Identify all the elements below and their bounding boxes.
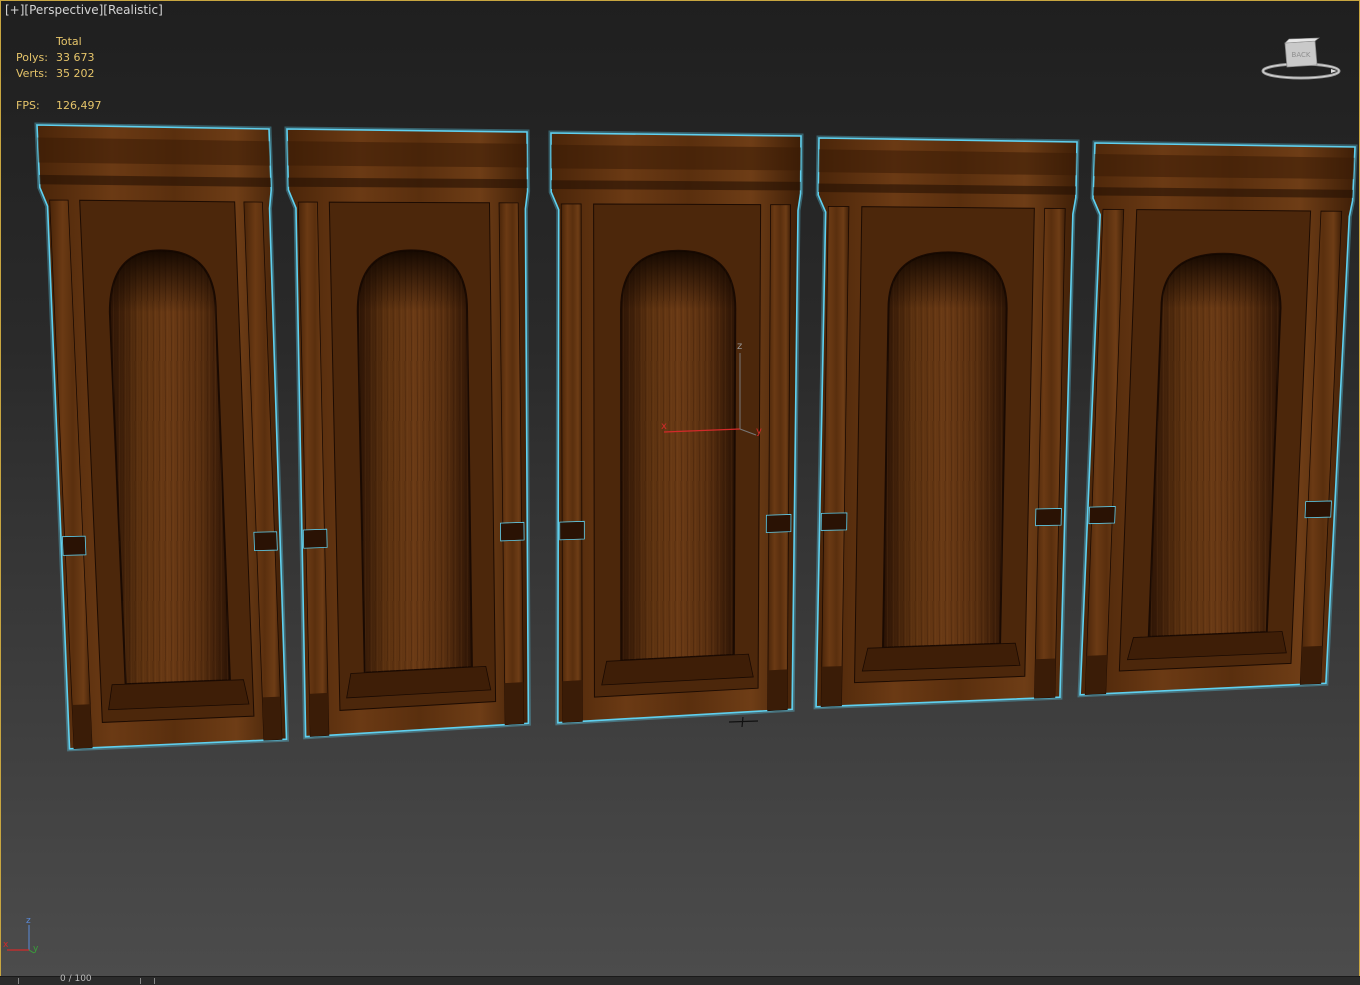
door-column-ring [1304,500,1332,519]
door-column-base [1034,658,1056,699]
door-column-base [504,682,524,725]
door-panel[interactable] [1077,140,1358,698]
stats-total-header: Total [56,35,82,48]
door-column [560,203,583,723]
door-column-ring [253,531,278,552]
door-column-base [309,692,329,737]
door-arch-grain [621,250,736,661]
viewcube-face-label: BACK [1292,51,1311,59]
world-axis-y: y [33,944,39,954]
polys-value: 33 673 [56,51,95,64]
scene-statistics: Total Polys: 33 673 Verts: 35 202 FPS: 126,… [16,34,126,114]
gizmo-y-label: y [756,426,762,437]
viewport-general-menu[interactable]: [+] [5,3,24,17]
fps-label: FPS: [16,99,40,112]
door-arch-grain [357,250,472,673]
door-column-ring [1035,508,1062,527]
world-axis-icon: z x y [3,916,39,954]
polys-label: Polys: [16,51,48,64]
door-column-ring [500,521,525,542]
door-panel[interactable] [548,130,804,726]
time-slider-frame: 0 / 100 [60,974,92,984]
perspective-viewport[interactable]: x y z z x y [+] [Perspective] [Realistic… [0,0,1360,979]
viewport-label-menu[interactable]: [+] [Perspective] [Realistic] [5,3,163,17]
door-column-ring [820,512,848,531]
door-cornice [551,144,801,171]
verts-value: 35 202 [56,67,95,80]
door-arch-grain [1148,253,1281,637]
door-column-ring [559,520,585,541]
door-sill [108,679,250,711]
door-column-base [767,669,788,711]
gizmo-x-label: x [661,421,667,432]
viewport-shading-menu[interactable]: [Realistic] [103,3,162,17]
viewcube-icon[interactable]: BACK [1259,35,1343,85]
viewport-point-of-view-menu[interactable]: [Perspective] [24,3,103,17]
door-column-ring [1088,506,1116,525]
door-column-ring [765,514,792,533]
verts-label: Verts: [16,67,48,80]
door-column-base [72,704,93,749]
gizmo-z-label: z [737,341,742,352]
door-cornice [818,149,1077,176]
door-column [767,204,791,712]
time-slider-tick [154,978,155,984]
door-panel[interactable] [284,126,531,740]
door-cornice [287,141,528,168]
door-panel[interactable] [34,122,290,752]
door-column-base [262,696,282,741]
door-arch-grain [109,250,230,685]
door-column-ring [61,535,87,556]
world-axis-z: z [26,916,31,926]
world-axis-x: x [3,940,9,950]
door-cornice-dentil [551,180,801,191]
door-column-base [821,666,843,707]
door-cornice [1093,154,1355,180]
fps-value: 126,497 [56,99,102,112]
door-column-ring [302,528,328,549]
door-column-base [1300,645,1323,685]
time-slider-tick [18,978,19,984]
scene-canvas[interactable]: x y z z x y [1,1,1359,978]
floor-pivot-marker-icon [728,716,759,728]
time-slider[interactable]: 0 / 100 [0,974,1360,985]
door-column-base [562,680,583,723]
door-cornice [37,137,271,166]
door-column-base [1085,655,1108,695]
door-arch-grain [883,252,1007,648]
door-panel[interactable] [813,135,1080,710]
time-slider-tick [140,978,141,984]
door-cornice-dentil [288,177,528,189]
